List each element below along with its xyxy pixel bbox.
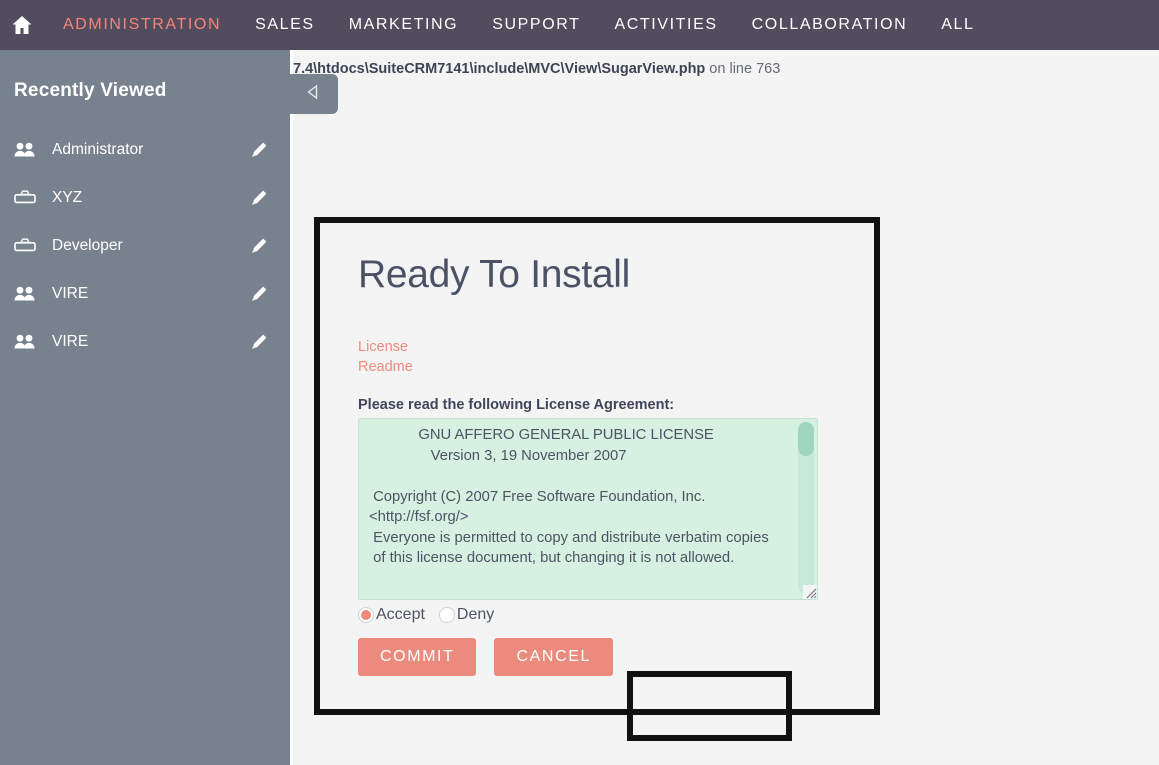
sidebar-item-administrator[interactable]: Administrator <box>0 126 290 174</box>
sidebar-item-vire-2[interactable]: VIRE <box>0 318 290 366</box>
pencil-icon[interactable] <box>248 141 270 159</box>
pencil-icon[interactable] <box>248 333 270 351</box>
cancel-button[interactable]: CANCEL <box>494 638 613 676</box>
sidebar-item-xyz[interactable]: XYZ <box>0 174 290 222</box>
license-scrollbar[interactable] <box>798 422 814 594</box>
radio-accept-dot[interactable] <box>358 607 374 623</box>
radio-deny[interactable]: Deny <box>438 606 495 624</box>
users-icon <box>14 142 44 158</box>
pencil-icon[interactable] <box>248 237 270 255</box>
sidebar-item-label: VIRE <box>52 285 89 302</box>
nav-item-marketing[interactable]: MARKETING <box>332 0 476 50</box>
sidebar-item-label: Developer <box>52 237 123 254</box>
nav-item-activities[interactable]: ACTIVITIES <box>598 0 735 50</box>
suitecrm-page: ADMINISTRATION SALES MARKETING SUPPORT A… <box>0 0 1159 765</box>
pencil-icon[interactable] <box>248 189 270 207</box>
install-dialog-body: Ready To Install License Readme Please r… <box>320 223 874 709</box>
license-scrollbar-thumb[interactable] <box>798 422 814 456</box>
php-warning-line: on line 763 <box>705 61 781 77</box>
nav-item-all[interactable]: ALL <box>924 0 991 50</box>
radio-accept-label: Accept <box>376 606 425 623</box>
briefcase-icon <box>14 238 44 254</box>
php-warning-path: 7.4\htdocs\SuiteCRM7141\include\MVC\View… <box>293 61 706 77</box>
users-icon <box>14 286 44 302</box>
install-dialog: Ready To Install License Readme Please r… <box>314 217 880 715</box>
sidebar-collapse-button[interactable] <box>288 74 338 114</box>
nav-item-support[interactable]: SUPPORT <box>475 0 597 50</box>
license-choice-group: Accept Deny <box>358 606 844 624</box>
php-warning-message: 7.4\htdocs\SuiteCRM7141\include\MVC\View… <box>293 61 1159 77</box>
document-links: License Readme <box>358 337 844 377</box>
briefcase-icon <box>14 190 44 206</box>
sidebar: Recently Viewed Administrator XYZ Develo… <box>0 50 290 765</box>
sidebar-item-label: VIRE <box>52 333 89 350</box>
radio-deny-dot[interactable] <box>438 607 455 623</box>
nav-item-collaboration[interactable]: COLLABORATION <box>735 0 925 50</box>
nav-item-administration[interactable]: ADMINISTRATION <box>46 0 238 50</box>
top-navigation-bar: ADMINISTRATION SALES MARKETING SUPPORT A… <box>0 0 1159 50</box>
textarea-resize-handle[interactable] <box>803 585 817 599</box>
agreement-label: Please read the following License Agreem… <box>358 397 675 413</box>
sidebar-item-label: Administrator <box>52 141 144 158</box>
main-content: 7.4\htdocs\SuiteCRM7141\include\MVC\View… <box>293 50 1159 765</box>
home-button[interactable] <box>2 13 42 37</box>
radio-accept[interactable]: Accept <box>358 606 425 624</box>
license-agreement-textarea[interactable]: GNU AFFERO GENERAL PUBLIC LICENSE Versio… <box>358 418 818 600</box>
nav-item-sales[interactable]: SALES <box>238 0 332 50</box>
sidebar-item-vire-1[interactable]: VIRE <box>0 270 290 318</box>
dialog-actions: COMMIT CANCEL <box>358 638 844 676</box>
readme-link[interactable]: Readme <box>358 357 844 377</box>
page-title: Ready To Install <box>358 253 630 296</box>
license-link[interactable]: License <box>358 337 844 357</box>
triangle-left-icon <box>304 83 322 106</box>
users-icon <box>14 334 44 350</box>
sidebar-item-developer[interactable]: Developer <box>0 222 290 270</box>
home-icon <box>10 13 34 37</box>
radio-deny-label: Deny <box>456 606 495 623</box>
commit-button[interactable]: COMMIT <box>358 638 477 676</box>
sidebar-item-label: XYZ <box>52 189 83 206</box>
sidebar-title: Recently Viewed <box>14 80 167 101</box>
pencil-icon[interactable] <box>248 285 270 303</box>
